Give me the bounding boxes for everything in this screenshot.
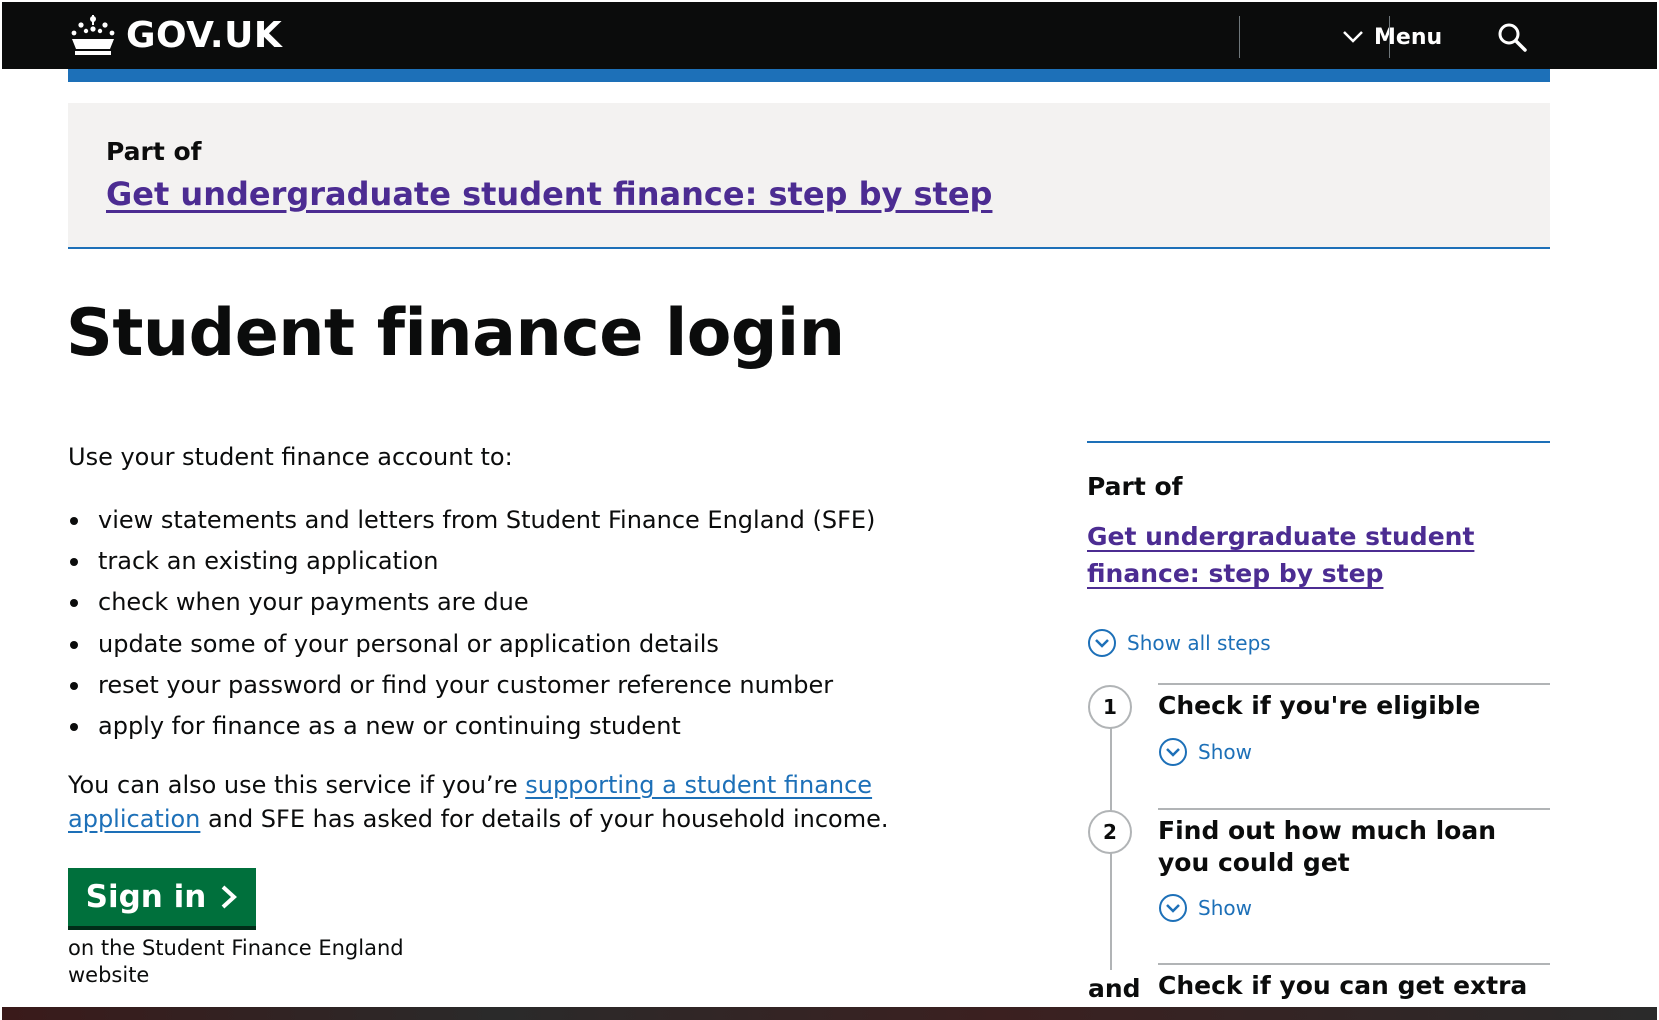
part-of-banner: Part of Get undergraduate student financ… (68, 103, 1550, 249)
page-title: Student finance login (66, 296, 845, 371)
list-item: reset your password or find your custome… (68, 665, 875, 706)
header-divider (1239, 16, 1240, 58)
logo-text: GOV.UK (126, 14, 283, 56)
step-show-button[interactable]: Show (1158, 893, 1252, 923)
step-and-label: and (1088, 974, 1141, 1003)
sign-in-button[interactable]: Sign in (68, 868, 256, 926)
list-item: check when your payments are due (68, 582, 875, 623)
step-divider (1158, 683, 1550, 685)
menu-label: Menu (1374, 24, 1443, 50)
list-item: track an existing application (68, 541, 875, 582)
chevron-circle-icon (1159, 894, 1187, 922)
step-title[interactable]: Check if you can get extra (1158, 970, 1538, 1002)
search-button[interactable] (1489, 16, 1535, 58)
list-item: update some of your personal or applicat… (68, 624, 875, 665)
feature-list: view statements and letters from Student… (68, 500, 875, 747)
chevron-right-icon (221, 885, 238, 909)
sidebar-part-of-label: Part of (1087, 472, 1183, 501)
header-blue-bar (68, 69, 1550, 82)
also-prefix: You can also use this service if you’re (68, 771, 526, 799)
site-header: GOV.UK Menu (2, 2, 1657, 69)
header-divider (1389, 16, 1390, 58)
step-title[interactable]: Check if you're eligible (1158, 690, 1538, 722)
banner-step-by-step-link[interactable]: Get undergraduate student finance: step … (106, 175, 992, 213)
step-divider (1158, 808, 1550, 810)
sign-in-note: on the Student Finance England website (68, 936, 404, 987)
step-title[interactable]: Find out how much loan you could get (1158, 815, 1538, 879)
banner-part-of-label: Part of (106, 137, 202, 166)
step-show-label: Show (1198, 740, 1252, 764)
list-item: apply for finance as a new or continuing… (68, 706, 875, 747)
search-icon (1498, 23, 1527, 52)
step-divider (1158, 963, 1550, 965)
list-item: view statements and letters from Student… (68, 500, 875, 541)
window-bottom-edge (2, 1007, 1657, 1020)
chevron-circle-icon (1088, 629, 1116, 657)
also-suffix: and SFE has asked for details of your ho… (200, 805, 889, 833)
menu-button[interactable]: Menu (1342, 16, 1442, 58)
sidebar-step-by-step-link[interactable]: Get undergraduate student finance: step … (1087, 518, 1527, 592)
step-number-badge: 1 (1088, 685, 1132, 729)
sidebar-top-rule (1087, 441, 1550, 443)
household-income-paragraph: You can also use this service if you’re … (68, 768, 948, 836)
step-number-badge: 2 (1088, 810, 1132, 854)
step-show-label: Show (1198, 896, 1252, 920)
step-show-button[interactable]: Show (1158, 737, 1252, 767)
chevron-down-icon (1343, 31, 1363, 43)
crown-icon (71, 15, 115, 55)
intro-text: Use your student finance account to: (68, 443, 513, 471)
show-all-steps-label: Show all steps (1127, 631, 1271, 655)
sign-in-label: Sign in (85, 879, 207, 915)
chevron-circle-icon (1159, 738, 1187, 766)
govuk-logo-link[interactable]: GOV.UK (68, 10, 282, 60)
show-all-steps-button[interactable]: Show all steps (1087, 628, 1271, 658)
